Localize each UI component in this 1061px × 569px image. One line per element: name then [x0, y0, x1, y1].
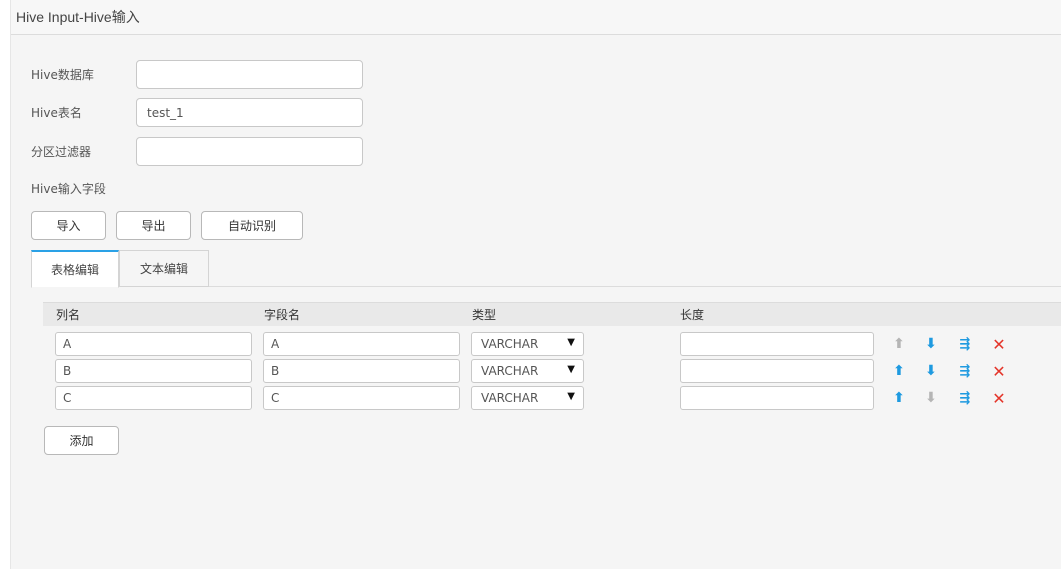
copy-row-icon[interactable]: ⇶	[957, 335, 973, 353]
add-row-button[interactable]: 添加	[44, 426, 119, 455]
column-header-column-name: 列名	[56, 308, 81, 322]
field-name-input[interactable]	[263, 386, 460, 410]
dropdown-arrow-icon: ▼	[567, 391, 575, 402]
type-select[interactable]: VARCHAR ▼	[471, 386, 584, 410]
copy-row-icon[interactable]: ⇶	[957, 362, 973, 380]
table-label: Hive表名	[31, 106, 82, 120]
delete-icon[interactable]: ✕	[991, 335, 1007, 354]
tab-text-edit[interactable]: 文本编辑	[119, 250, 209, 287]
partition-filter-label: 分区过滤器	[31, 145, 92, 159]
auto-detect-button[interactable]: 自动识别	[201, 211, 303, 240]
column-name-input[interactable]	[55, 359, 252, 383]
hive-input-panel: Hive Input-Hive输入 Hive数据库 Hive表名 分区过滤器 H…	[10, 0, 1061, 569]
length-input[interactable]	[680, 386, 874, 410]
length-input[interactable]	[680, 359, 874, 383]
column-header-length: 长度	[680, 308, 705, 322]
arrow-up-icon[interactable]: ⬆	[891, 389, 907, 407]
type-select-value: VARCHAR	[481, 337, 539, 351]
column-header-field-name: 字段名	[264, 308, 301, 322]
tab-table-edit[interactable]: 表格编辑	[31, 250, 119, 288]
grid-header	[43, 302, 1061, 326]
column-name-input[interactable]	[55, 332, 252, 356]
fields-section-label: Hive输入字段	[31, 182, 106, 196]
database-label: Hive数据库	[31, 68, 94, 82]
arrow-down-icon[interactable]: ⬇	[923, 362, 939, 380]
arrow-down-icon[interactable]: ⬇	[923, 389, 939, 407]
field-name-input[interactable]	[263, 359, 460, 383]
arrow-up-icon[interactable]: ⬆	[891, 362, 907, 380]
dropdown-arrow-icon: ▼	[567, 337, 575, 348]
title-bar: Hive Input-Hive输入	[11, 0, 1061, 35]
field-name-input[interactable]	[263, 332, 460, 356]
dropdown-arrow-icon: ▼	[567, 364, 575, 375]
arrow-down-icon[interactable]: ⬇	[923, 335, 939, 353]
table-input[interactable]	[136, 98, 363, 127]
length-input[interactable]	[680, 332, 874, 356]
export-button[interactable]: 导出	[116, 211, 191, 240]
copy-row-icon[interactable]: ⇶	[957, 389, 973, 407]
delete-icon[interactable]: ✕	[991, 362, 1007, 381]
partition-filter-input[interactable]	[136, 137, 363, 166]
type-select-value: VARCHAR	[481, 364, 539, 378]
delete-icon[interactable]: ✕	[991, 389, 1007, 408]
column-name-input[interactable]	[55, 386, 252, 410]
column-header-type: 类型	[472, 308, 497, 322]
page-title: Hive Input-Hive输入	[16, 9, 140, 25]
type-select-value: VARCHAR	[481, 391, 539, 405]
database-input[interactable]	[136, 60, 363, 89]
type-select[interactable]: VARCHAR ▼	[471, 359, 584, 383]
arrow-up-icon[interactable]: ⬆	[891, 335, 907, 353]
import-button[interactable]: 导入	[31, 211, 106, 240]
type-select[interactable]: VARCHAR ▼	[471, 332, 584, 356]
